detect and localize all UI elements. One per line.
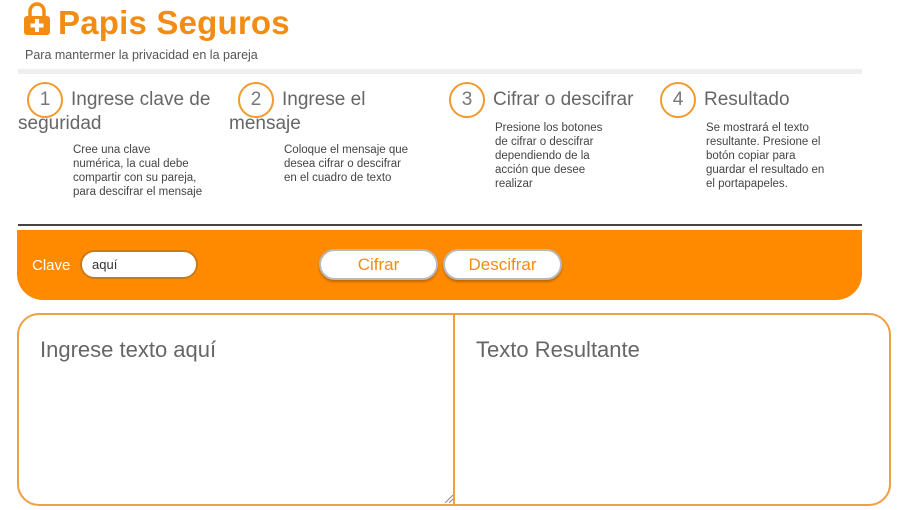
output-textarea[interactable] — [455, 315, 889, 504]
step-number: 3 — [449, 82, 485, 118]
header: Papis Seguros Para mantermer la privacid… — [22, 0, 862, 64]
input-textarea[interactable] — [19, 315, 455, 504]
text-areas — [17, 313, 891, 506]
clave-label: Clave — [32, 257, 71, 274]
resize-grip-icon[interactable] — [877, 493, 887, 503]
step-description: Se mostrará el texto resultante. Presion… — [706, 122, 825, 190]
step-title: Ingrese clave de seguridad — [18, 89, 211, 134]
step-description: Cree una clave numérica, la cual debe co… — [73, 144, 203, 198]
app-title: Papis Seguros — [58, 4, 290, 41]
divider — [18, 224, 862, 226]
clave-input[interactable] — [80, 250, 198, 279]
step-description: Coloque el mensaje que desea cifrar o de… — [284, 144, 409, 184]
action-bar: Clave Cifrar Descifrar — [17, 230, 862, 300]
descifrar-button[interactable]: Descifrar — [443, 249, 562, 280]
step-title: Cifrar o descifrar — [493, 89, 634, 110]
subtitle: Para mantermer la privacidad en la parej… — [25, 48, 258, 62]
step-number: 4 — [660, 82, 696, 118]
step-description: Presione los botones de cifrar o descifr… — [495, 122, 603, 190]
header-rule — [18, 69, 862, 74]
resize-grip-icon[interactable] — [443, 493, 453, 503]
step-title: Resultado — [704, 89, 790, 110]
step-title: Ingrese el mensaje — [229, 89, 366, 134]
cifrar-button[interactable]: Cifrar — [319, 249, 438, 280]
lock-plus-icon — [24, 2, 50, 35]
